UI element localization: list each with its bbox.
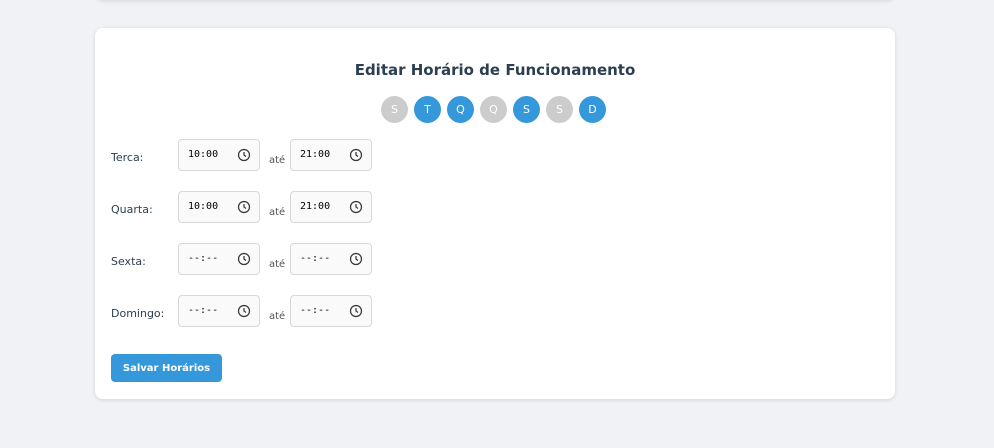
page-title: Editar Horário de Funcionamento bbox=[354, 61, 636, 79]
day-selector: S T Q Q S S D bbox=[381, 96, 606, 123]
day-label: Terca: bbox=[111, 151, 144, 164]
clock-icon[interactable] bbox=[349, 252, 363, 266]
start-time-input[interactable]: 10:00 bbox=[178, 139, 260, 171]
separator-text: até bbox=[269, 259, 286, 270]
clock-icon[interactable] bbox=[237, 148, 251, 162]
separator-text: até bbox=[269, 155, 286, 166]
start-time-input[interactable]: 10:00 bbox=[178, 191, 260, 223]
start-time-value: 10:00 bbox=[188, 149, 219, 160]
day-toggle-sunday[interactable]: D bbox=[579, 96, 606, 123]
day-toggle-tuesday[interactable]: T bbox=[414, 96, 441, 123]
start-time-value: 10:00 bbox=[188, 201, 219, 212]
clock-icon[interactable] bbox=[237, 252, 251, 266]
end-time-input[interactable]: 21:00 bbox=[290, 139, 372, 171]
separator-text: até bbox=[269, 311, 286, 322]
clock-icon[interactable] bbox=[237, 304, 251, 318]
day-toggle-monday[interactable]: S bbox=[381, 96, 408, 123]
end-time-value: 21:00 bbox=[300, 201, 331, 212]
save-schedule-button[interactable]: Salvar Horários bbox=[111, 354, 222, 382]
day-toggle-thursday[interactable]: Q bbox=[480, 96, 507, 123]
day-toggle-friday[interactable]: S bbox=[513, 96, 540, 123]
schedule-editor-card: Editar Horário de Funcionamento S T Q Q … bbox=[95, 28, 895, 399]
clock-icon[interactable] bbox=[349, 304, 363, 318]
end-time-input[interactable]: --:-- bbox=[290, 243, 372, 275]
end-time-input[interactable]: 21:00 bbox=[290, 191, 372, 223]
clock-icon[interactable] bbox=[237, 200, 251, 214]
start-time-value: --:-- bbox=[188, 253, 219, 264]
end-time-value: --:-- bbox=[300, 305, 331, 316]
schedule-row-friday: Sexta: --:-- até --:-- bbox=[111, 243, 511, 277]
end-time-input[interactable]: --:-- bbox=[290, 295, 372, 327]
schedule-row-sunday: Domingo: --:-- até --:-- bbox=[111, 295, 511, 329]
day-label: Sexta: bbox=[111, 255, 146, 268]
schedule-row-tuesday: Terca: 10:00 até 21:00 bbox=[111, 139, 511, 173]
day-label: Domingo: bbox=[111, 307, 165, 320]
clock-icon[interactable] bbox=[349, 200, 363, 214]
start-time-input[interactable]: --:-- bbox=[178, 295, 260, 327]
start-time-value: --:-- bbox=[188, 305, 219, 316]
day-toggle-saturday[interactable]: S bbox=[546, 96, 573, 123]
start-time-input[interactable]: --:-- bbox=[178, 243, 260, 275]
schedule-row-wednesday: Quarta: 10:00 até 21:00 bbox=[111, 191, 511, 225]
day-label: Quarta: bbox=[111, 203, 153, 216]
separator-text: até bbox=[269, 207, 286, 218]
end-time-value: --:-- bbox=[300, 253, 331, 264]
clock-icon[interactable] bbox=[349, 148, 363, 162]
end-time-value: 21:00 bbox=[300, 149, 331, 160]
day-toggle-wednesday[interactable]: Q bbox=[447, 96, 474, 123]
